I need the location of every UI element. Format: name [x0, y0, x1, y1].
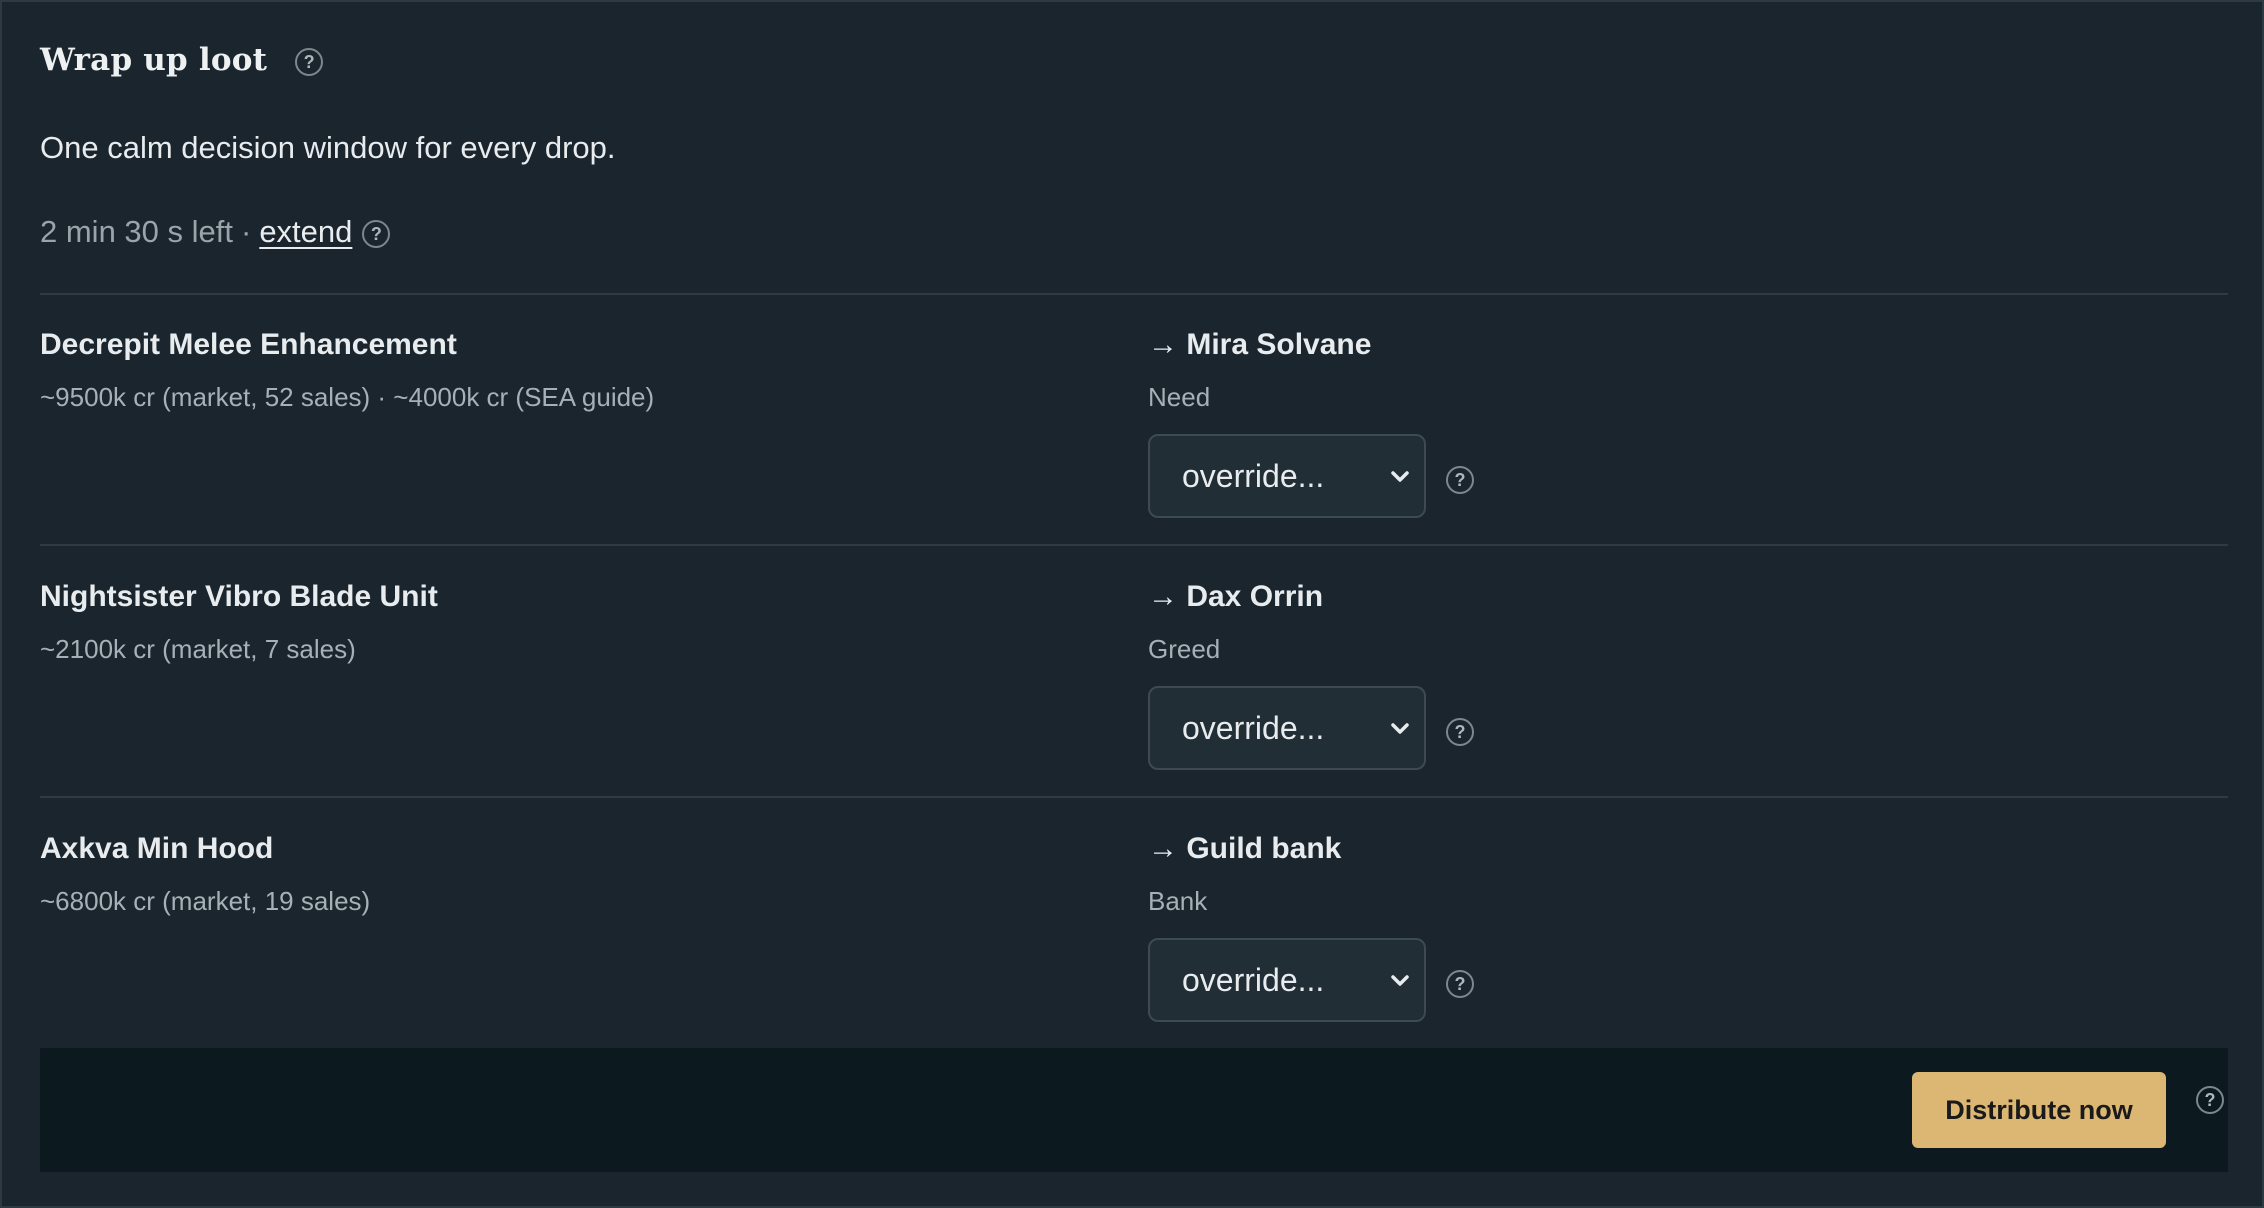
loot-window: Wrap up loot ? One calm decision window … — [0, 0, 2264, 1208]
time-remaining: 2 min 30 s left — [40, 214, 233, 249]
assignee: → Mira Solvane — [1148, 328, 1372, 361]
page-title: Wrap up loot — [40, 42, 268, 78]
override-select[interactable]: override... — [1148, 686, 1426, 770]
loot-row: Axkva Min Hood ~6800k cr (market, 19 sal… — [40, 798, 2228, 1048]
item-name: Nightsister Vibro Blade Unit — [40, 580, 438, 613]
chevron-down-icon — [1391, 975, 1409, 986]
override-label: override... — [1182, 457, 1325, 494]
item-name: Decrepit Melee Enhancement — [40, 328, 457, 361]
help-icon[interactable]: ? — [1446, 466, 1474, 494]
help-icon[interactable]: ? — [295, 48, 324, 76]
separator: · — [240, 214, 252, 249]
override-select[interactable]: override... — [1148, 434, 1426, 518]
help-icon[interactable]: ? — [362, 220, 391, 248]
loot-row: Nightsister Vibro Blade Unit ~2100k cr (… — [40, 546, 2228, 796]
roll-reason: Need — [1148, 382, 1211, 412]
assignee: → Dax Orrin — [1148, 580, 1324, 613]
extend-link[interactable]: extend — [259, 214, 352, 250]
distribute-now-button[interactable]: Distribute now — [1912, 1072, 2166, 1148]
item-price: ~6800k cr (market, 19 sales) — [40, 886, 371, 916]
help-icon[interactable]: ? — [1446, 970, 1474, 998]
action-footer: Distribute now ? — [40, 1048, 2228, 1172]
roll-reason: Bank — [1148, 886, 1208, 916]
assignee: → Guild bank — [1148, 832, 1342, 865]
override-label: override... — [1182, 709, 1325, 746]
override-select[interactable]: override... — [1148, 938, 1426, 1022]
header: Wrap up loot ? — [40, 42, 324, 78]
chevron-down-icon — [1391, 471, 1409, 482]
timer: 2 min 30 s left · extend ? — [40, 214, 391, 250]
help-icon[interactable]: ? — [2196, 1086, 2224, 1114]
subtitle: One calm decision window for every drop. — [40, 130, 616, 165]
help-icon[interactable]: ? — [1446, 718, 1474, 746]
item-name: Axkva Min Hood — [40, 832, 274, 865]
item-price: ~2100k cr (market, 7 sales) — [40, 634, 356, 664]
item-price: ~9500k cr (market, 52 sales) · ~4000k cr… — [40, 382, 655, 412]
roll-reason: Greed — [1148, 634, 1221, 664]
override-label: override... — [1182, 961, 1325, 998]
loot-row: Decrepit Melee Enhancement ~9500k cr (ma… — [40, 294, 2228, 544]
chevron-down-icon — [1391, 723, 1409, 734]
